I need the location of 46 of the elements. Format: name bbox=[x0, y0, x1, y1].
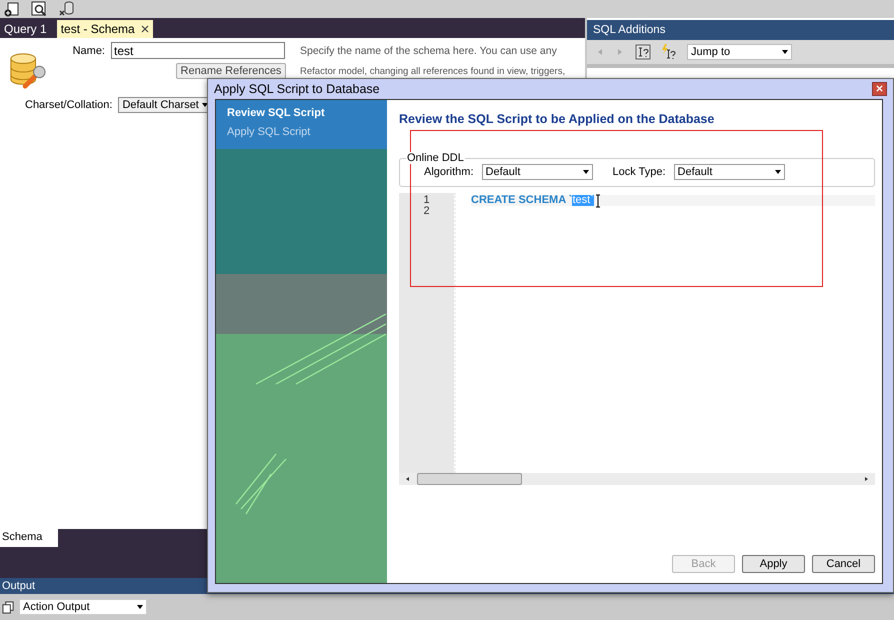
rename-hint: Refactor model, changing all references found in view, triggers, bbox=[300, 66, 566, 76]
caret-icon bbox=[774, 170, 781, 174]
close-icon bbox=[876, 85, 883, 92]
context-help-icon[interactable] bbox=[635, 44, 651, 60]
scroll-right-icon[interactable] bbox=[863, 476, 869, 482]
page-heading: Review the SQL Script to be Applied on the Database bbox=[399, 112, 716, 126]
database-wrench-icon bbox=[8, 52, 46, 90]
name-input[interactable]: test bbox=[111, 42, 285, 59]
rename-references-button[interactable]: Rename References bbox=[176, 63, 286, 79]
caret-icon bbox=[582, 170, 589, 174]
wizard-step: Review SQL Script bbox=[216, 105, 387, 124]
algorithm-label: Algorithm: bbox=[424, 166, 474, 178]
sql-identifier: test` bbox=[572, 195, 594, 206]
panel-header: SQL Additions bbox=[587, 20, 894, 40]
inspect-icon[interactable] bbox=[31, 1, 47, 17]
database-sync-icon[interactable] bbox=[59, 1, 75, 17]
line-number: 1 bbox=[422, 195, 431, 206]
scroll-left-icon[interactable] bbox=[405, 476, 411, 482]
name-label: Name: bbox=[72, 44, 105, 56]
dialog-button[interactable]: Apply bbox=[742, 555, 805, 573]
caret-icon bbox=[202, 103, 208, 107]
auto-help-icon[interactable] bbox=[661, 44, 677, 60]
close-button[interactable] bbox=[872, 82, 887, 96]
text-cursor-icon bbox=[594, 194, 601, 208]
lock-type-dropdown[interactable]: Default bbox=[674, 164, 785, 180]
horizontal-scrollbar[interactable] bbox=[399, 473, 875, 485]
line-number: 2 bbox=[422, 206, 431, 217]
dialog-button[interactable]: Cancel bbox=[812, 555, 875, 573]
jump-to-dropdown[interactable]: Jump to bbox=[687, 44, 792, 60]
add-sql-icon[interactable] bbox=[3, 1, 19, 17]
name-hint: Specify the name of the schema here. You can use any bbox=[300, 44, 558, 56]
wizard-step: Apply SQL Script bbox=[216, 124, 387, 143]
copy-icon[interactable] bbox=[2, 600, 15, 614]
sql-keyword: CREATE SCHEMA ` bbox=[471, 195, 572, 206]
charset-label: Charset/Collation: bbox=[25, 99, 112, 111]
editor-tab[interactable]: Query 1 bbox=[0, 20, 51, 38]
schema-tab[interactable]: Schema bbox=[0, 529, 58, 547]
close-icon[interactable] bbox=[140, 25, 149, 33]
lock-type-label: Lock Type: bbox=[612, 166, 666, 178]
editor-tab[interactable]: test - Schema bbox=[56, 20, 153, 38]
caret-icon bbox=[782, 50, 788, 54]
caret-icon bbox=[137, 605, 143, 609]
group-title: Online DDL bbox=[406, 152, 465, 164]
algorithm-dropdown[interactable]: Default bbox=[482, 164, 593, 180]
output-view-dropdown[interactable]: Action Output bbox=[19, 599, 147, 615]
dialog-title: Apply SQL Script to Database bbox=[214, 82, 380, 96]
